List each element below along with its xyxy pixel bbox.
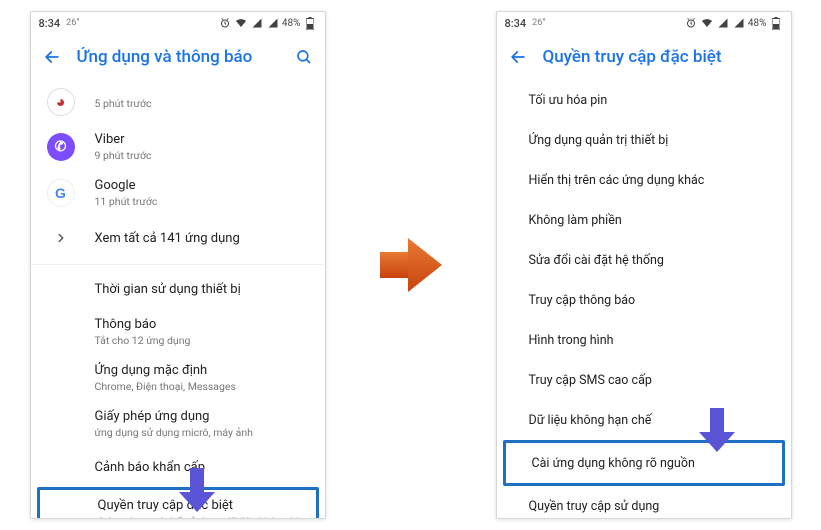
chevron-right-icon (47, 224, 75, 252)
row-primary: Cài ứng dụng không rõ nguồn (532, 456, 695, 471)
app-sub: 5 phút trước (95, 97, 309, 110)
status-time: 8:34 (39, 17, 61, 30)
row-secondary: ứng dụng sử dụng micrô, máy ảnh (95, 426, 309, 439)
alarm-icon (684, 16, 698, 30)
row-primary: Tối ưu hóa pin (529, 93, 608, 108)
list-item[interactable]: Hiển thị trên các ứng dụng khác (497, 160, 791, 200)
row-primary: Truy cập thông báo (529, 293, 636, 308)
setting-row[interactable]: Giấy phép ứng dụng ứng dụng sử dụng micr… (31, 401, 325, 447)
list-item[interactable]: Truy cập SMS cao cấp (497, 360, 791, 400)
battery-icon (769, 16, 783, 30)
signal-icon (716, 16, 730, 30)
page-title: Quyền truy cập đặc biệt (543, 47, 781, 67)
highlight-install-unknown[interactable]: Cài ứng dụng không rõ nguồn (503, 440, 785, 486)
see-all-apps[interactable]: Xem tất cả 141 ứng dụng (31, 216, 325, 260)
row-secondary: Chrome, Điện thoại, Messages (95, 380, 309, 393)
status-bar: 8:34 26° 48% (31, 12, 325, 34)
recent-app-row[interactable]: ✆ Viber 9 phút trước (31, 124, 325, 170)
row-primary: Quyền truy cập đặc biệt (98, 498, 300, 513)
list-item[interactable]: Tối ưu hóa pin (497, 80, 791, 120)
row-primary: Hình trong hình (529, 333, 614, 348)
list-item[interactable]: Ứng dụng quản trị thiết bị (497, 120, 791, 160)
row-secondary: Tắt cho 12 ứng dụng (95, 334, 309, 347)
list-item[interactable]: Hình trong hình (497, 320, 791, 360)
list-item[interactable]: Sửa đổi cài đặt hệ thống (497, 240, 791, 280)
app-name: Viber (95, 132, 309, 147)
list-item[interactable]: Không làm phiền (497, 200, 791, 240)
setting-row[interactable]: Thời gian sử dụng thiết bị (31, 269, 325, 309)
status-temp: 26° (66, 18, 79, 28)
row-primary: Ứng dụng mặc định (95, 363, 309, 378)
phone-screenshot-1: 8:34 26° 48% Ứng dụng và thông báo ◕ 5 p… (30, 11, 326, 519)
signal-icon-2 (266, 16, 280, 30)
list-item[interactable]: Dữ liệu không hạn chế (497, 400, 791, 440)
list-item[interactable]: Quyền truy cập sử dụng (497, 486, 791, 518)
recent-app-row[interactable]: G Google 11 phút trước (31, 170, 325, 216)
row-primary: Ứng dụng quản trị thiết bị (529, 133, 669, 148)
setting-row[interactable]: Cảnh báo khẩn cấp (31, 447, 325, 487)
recent-app-row[interactable]: ◕ 5 phút trước (31, 80, 325, 124)
signal-icon (250, 16, 264, 30)
app-name: Google (95, 178, 309, 193)
back-arrow-icon[interactable] (507, 46, 529, 68)
setting-row[interactable]: Thông báo Tắt cho 12 ứng dụng (31, 309, 325, 355)
status-time: 8:34 (505, 17, 527, 30)
app-icon: G (47, 179, 75, 207)
app-icon: ◕ (47, 88, 75, 116)
see-all-label: Xem tất cả 141 ứng dụng (95, 231, 309, 246)
app-bar: Quyền truy cập đặc biệt (497, 34, 791, 80)
row-primary: Hiển thị trên các ứng dụng khác (529, 173, 705, 188)
wifi-icon (234, 16, 248, 30)
app-sub: 9 phút trước (95, 149, 309, 162)
wifi-icon (700, 16, 714, 30)
highlight-special-access[interactable]: Quyền truy cập đặc biệt 6 ứng dụng có th… (37, 487, 319, 518)
battery-icon (303, 16, 317, 30)
search-icon[interactable] (293, 46, 315, 68)
page-title: Ứng dụng và thông báo (77, 47, 293, 67)
alarm-icon (218, 16, 232, 30)
settings-list: ◕ 5 phút trước ✆ Viber 9 phút trước G Go… (31, 80, 325, 518)
row-primary: Thông báo (95, 317, 309, 332)
battery-percent: 48% (748, 18, 767, 29)
row-secondary: 6 ứng dụng có thể sử dụng dữ liệu không … (98, 515, 300, 518)
row-primary: Quyền truy cập sử dụng (529, 499, 660, 514)
status-temp: 26° (532, 18, 545, 28)
divider (31, 264, 325, 265)
list-item[interactable]: Truy cập thông báo (497, 280, 791, 320)
row-primary: Dữ liệu không hạn chế (529, 413, 652, 428)
row-primary: Thời gian sử dụng thiết bị (95, 282, 309, 297)
phone-screenshot-2: 8:34 26° 48% Quyền truy cập đặc biệt Tối… (496, 11, 792, 519)
signal-icon-2 (732, 16, 746, 30)
row-primary: Cảnh báo khẩn cấp (95, 460, 309, 475)
setting-row[interactable]: Ứng dụng mặc định Chrome, Điện thoại, Me… (31, 355, 325, 401)
transition-arrow-icon (374, 228, 448, 302)
row-primary: Truy cập SMS cao cấp (529, 373, 652, 388)
status-bar: 8:34 26° 48% (497, 12, 791, 34)
row-primary: Sửa đổi cài đặt hệ thống (529, 253, 664, 268)
app-icon: ✆ (47, 133, 75, 161)
row-primary: Không làm phiền (529, 213, 622, 228)
battery-percent: 48% (282, 18, 301, 29)
special-access-list: Tối ưu hóa pin Ứng dụng quản trị thiết b… (497, 80, 791, 518)
row-primary: Giấy phép ứng dụng (95, 409, 309, 424)
app-bar: Ứng dụng và thông báo (31, 34, 325, 80)
app-sub: 11 phút trước (95, 195, 309, 208)
back-arrow-icon[interactable] (41, 46, 63, 68)
